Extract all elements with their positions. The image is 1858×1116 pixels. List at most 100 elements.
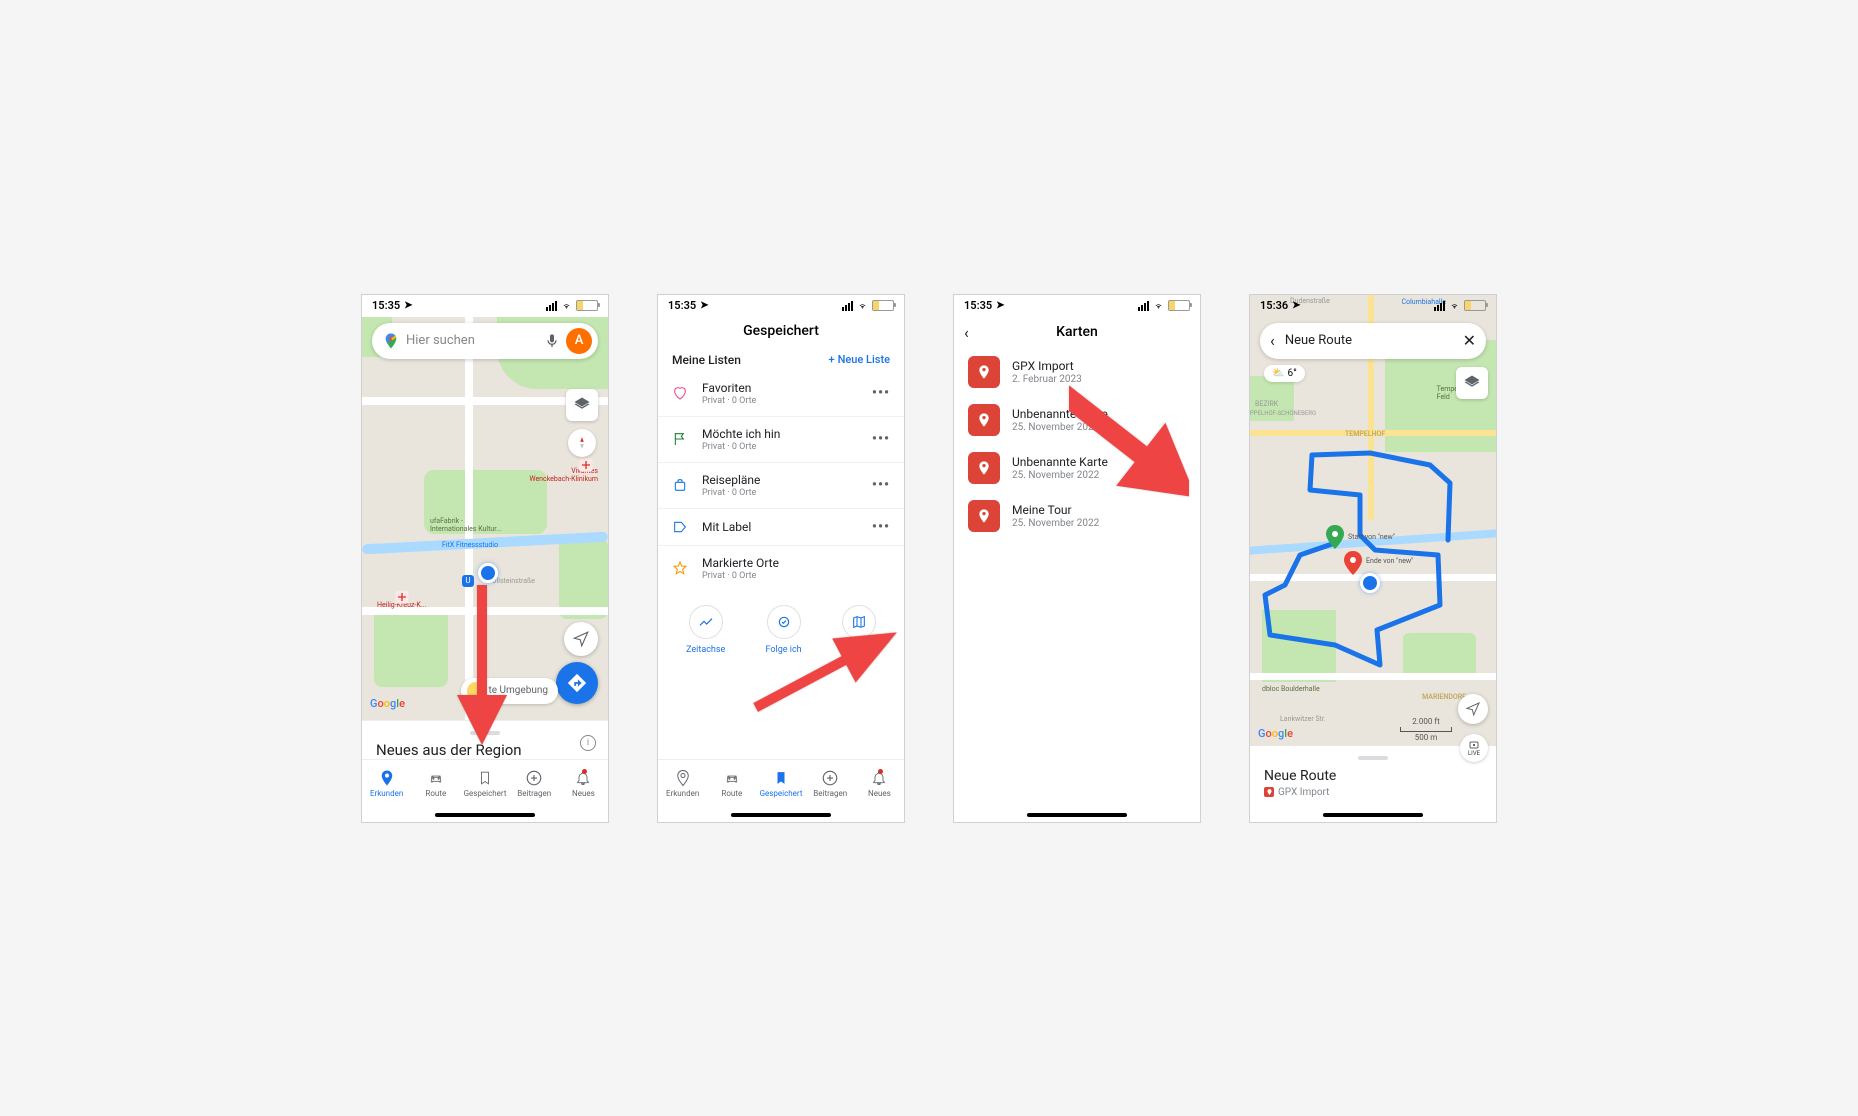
account-avatar[interactable]: A	[566, 328, 592, 354]
search-bar[interactable]: Hier suchen A	[372, 323, 598, 359]
plus-circle-icon	[821, 769, 839, 787]
map-item-gpx-import[interactable]: GPX Import2. Februar 2023	[954, 348, 1200, 396]
new-list-button[interactable]: + Neue Liste	[828, 353, 890, 366]
map-pin-icon	[968, 452, 1000, 484]
hospital-icon	[394, 589, 410, 605]
phone-screen-1: 15:35➤ VivantesWenckebach-Klinikum ufaFa…	[361, 294, 609, 823]
cellular-icon	[546, 301, 557, 311]
google-logo: Google	[1258, 727, 1293, 740]
map-item-unbenannte-1[interactable]: Unbenannte Karte25. November 2022	[954, 396, 1200, 444]
map-pin-icon	[968, 404, 1000, 436]
more-icon[interactable]: •••	[872, 519, 890, 535]
follow-icon	[776, 614, 792, 630]
scale-bar: 2.000 ft 500 m	[1400, 717, 1452, 742]
cellular-icon	[842, 301, 853, 311]
route-line	[1250, 295, 1496, 746]
status-bar: 15:35 ➤	[658, 295, 904, 317]
car-icon	[426, 770, 446, 786]
compass-button[interactable]	[568, 429, 596, 457]
location-icon: ➤	[700, 300, 708, 311]
status-bar: 15:35➤	[954, 295, 1200, 317]
bottom-nav: Erkunden Route Gespeichert Beitragen Neu…	[362, 759, 608, 808]
road-label: Ullsteinstraße	[492, 577, 535, 585]
home-indicator	[362, 808, 608, 822]
more-icon[interactable]: •••	[872, 477, 890, 493]
navigation-icon	[1465, 701, 1481, 717]
battery-icon	[576, 300, 598, 311]
wifi-icon	[1152, 301, 1165, 311]
timeline-icon	[698, 614, 714, 630]
layers-button[interactable]	[1456, 367, 1488, 399]
map-icon	[851, 614, 867, 630]
quick-folge-ich[interactable]: Folge ich	[766, 605, 802, 655]
info-icon[interactable]: i	[580, 735, 596, 751]
start-marker-icon	[1326, 525, 1344, 549]
section-header: Meine Listen + Neue Liste	[658, 349, 904, 371]
list-item-mit-label[interactable]: Mit Label •••	[658, 509, 904, 546]
nav-erkunden[interactable]: Erkunden	[362, 760, 411, 808]
sheet-title: Neues aus der Region	[376, 741, 594, 759]
more-icon[interactable]: •••	[872, 431, 890, 447]
sheet-handle-icon[interactable]	[1358, 756, 1388, 760]
route-title: Neue Route	[1285, 333, 1453, 348]
my-location-dot	[1360, 573, 1380, 593]
nav-route[interactable]: Route	[411, 760, 460, 808]
nav-neues[interactable]: Neues	[559, 760, 608, 808]
ubahn-icon: U	[462, 575, 474, 587]
card-title: Neue Route	[1264, 768, 1482, 784]
mic-icon[interactable]	[544, 333, 560, 349]
quick-karten[interactable]: Karten	[842, 605, 876, 655]
wifi-icon	[1448, 301, 1461, 311]
nav-gespeichert[interactable]: Gespeichert	[756, 760, 805, 808]
bottom-sheet[interactable]: Neues aus der Region i	[362, 720, 608, 759]
list-item-favoriten[interactable]: FavoritenPrivat · 0 Orte •••	[658, 371, 904, 417]
wifi-icon	[560, 301, 573, 311]
ambient-chip[interactable]: te Umgebung	[461, 678, 559, 704]
status-time: 15:35	[668, 299, 696, 312]
weather-chip[interactable]: ⛅ 6°	[1264, 365, 1305, 382]
nav-beitragen[interactable]: Beitragen	[510, 760, 559, 808]
battery-icon	[1464, 300, 1486, 311]
battery-icon	[872, 300, 894, 311]
suitcase-icon	[672, 477, 688, 493]
nav-erkunden[interactable]: Erkunden	[658, 760, 707, 808]
map-item-unbenannte-2[interactable]: Unbenannte Karte25. November 2022	[954, 444, 1200, 492]
sheet-handle-icon[interactable]	[470, 731, 500, 735]
recenter-button[interactable]	[564, 622, 598, 656]
list-item-reiseplaene[interactable]: ReiseplänePrivat · 0 Orte •••	[658, 463, 904, 509]
live-button[interactable]: LIVE	[1460, 734, 1488, 762]
nav-route[interactable]: Route	[707, 760, 756, 808]
sun-icon	[467, 682, 485, 700]
status-time: 15:36	[1260, 299, 1288, 312]
google-logo: Google	[370, 697, 405, 710]
map-item-meine-tour[interactable]: Meine Tour25. November 2022	[954, 492, 1200, 540]
recenter-button[interactable]	[1458, 694, 1488, 724]
layers-button[interactable]	[566, 389, 598, 421]
hospital-icon	[578, 457, 594, 473]
pin-icon	[674, 769, 692, 787]
flag-icon	[672, 431, 688, 447]
back-button[interactable]: ‹	[1270, 331, 1275, 350]
maps-pin-icon	[382, 332, 400, 350]
nav-gespeichert[interactable]: Gespeichert	[460, 760, 509, 808]
map-view[interactable]: VivantesWenckebach-Klinikum ufaFabrik -I…	[362, 317, 608, 720]
location-icon: ➤	[1292, 300, 1300, 311]
more-icon[interactable]: •••	[872, 385, 890, 401]
route-bottom-card[interactable]: Neue Route GPX Import	[1250, 746, 1496, 808]
nav-neues[interactable]: Neues	[855, 760, 904, 808]
list-item-markierte-orte[interactable]: Markierte OrtePrivat · 0 Orte	[658, 546, 904, 591]
weather-icon: ⛅	[1272, 368, 1284, 379]
my-location-dot	[478, 563, 498, 583]
nav-header: ‹ Karten	[954, 317, 1200, 348]
close-button[interactable]: ✕	[1463, 331, 1476, 350]
plus-circle-icon	[525, 769, 543, 787]
directions-fab[interactable]	[556, 662, 598, 704]
star-icon	[672, 560, 688, 576]
pin-icon	[378, 769, 396, 787]
quick-zeitachse[interactable]: Zeitachse	[686, 605, 725, 655]
map-view[interactable]: Dudenstraße Columbiahalle NEU-TEMPELHOF …	[1250, 295, 1496, 746]
list-item-moechte-ich-hin[interactable]: Möchte ich hinPrivat · 0 Orte •••	[658, 417, 904, 463]
phone-screen-3: 15:35➤ ‹ Karten GPX Import2. Februar 202…	[953, 294, 1201, 823]
nav-beitragen[interactable]: Beitragen	[806, 760, 855, 808]
layers-icon	[1463, 374, 1481, 392]
